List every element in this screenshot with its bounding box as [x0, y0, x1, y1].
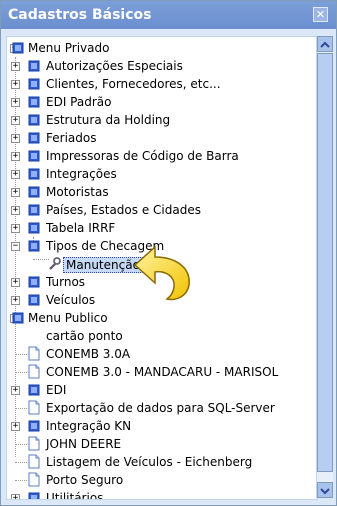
- expand-icon[interactable]: +: [11, 170, 20, 179]
- tree-node-item[interactable]: JOHN DEERE: [7, 435, 317, 453]
- folder-node-icon: [28, 294, 40, 306]
- folder-node-icon: [28, 276, 40, 288]
- tree-node-label: Impressoras de Código de Barra: [46, 149, 239, 163]
- close-icon: ✕: [315, 8, 326, 21]
- cadastros-basicos-panel: Cadastros Básicos ✕ − Menu Privado + Auto…: [0, 0, 337, 506]
- tree-node-item[interactable]: + Tabela IRRF: [7, 219, 317, 237]
- folder-node-icon: [28, 420, 40, 432]
- document-icon: [28, 400, 40, 415]
- tree-node-label: Exportação de dados para SQL-Server: [46, 401, 275, 415]
- document-icon: [28, 436, 40, 451]
- tree-node-label: Integração KN: [46, 419, 132, 433]
- tree-node-label: Veículos: [46, 293, 96, 307]
- tree-node-item[interactable]: + Feriados: [7, 129, 317, 147]
- tree-node-item[interactable]: + Autorizações Especiais: [7, 57, 317, 75]
- curved-arrow-pointer-icon: [133, 245, 190, 301]
- tree-node-item[interactable]: + EDI Padrão: [7, 93, 317, 111]
- tree-node-label: Menu Privado: [28, 41, 110, 55]
- folder-node-icon: [28, 60, 40, 72]
- folder-node-icon: [12, 42, 24, 54]
- tree-node-item[interactable]: Porto Seguro: [7, 471, 317, 489]
- expand-icon[interactable]: +: [11, 278, 20, 287]
- document-icon: [28, 472, 40, 487]
- expand-icon[interactable]: +: [11, 98, 20, 107]
- folder-node-icon: [28, 204, 40, 216]
- scroll-up-button[interactable]: [317, 36, 333, 52]
- folder-node-icon: [28, 132, 40, 144]
- expand-icon[interactable]: +: [11, 188, 20, 197]
- tree-node-menu-publico[interactable]: −Menu Publico: [7, 309, 317, 327]
- collapse-icon[interactable]: −: [11, 242, 20, 251]
- tree-node-label: Turnos: [46, 275, 86, 289]
- tree-node-item[interactable]: + Países, Estados e Cidades: [7, 201, 317, 219]
- scroll-thumb[interactable]: [317, 53, 333, 472]
- folder-node-icon: [28, 222, 40, 234]
- folder-node-icon: [28, 186, 40, 198]
- expand-icon[interactable]: +: [11, 422, 20, 431]
- tree-node-item[interactable]: + Impressoras de Código de Barra: [7, 147, 317, 165]
- folder-node-icon: [28, 384, 40, 396]
- tree-node-label: Porto Seguro: [46, 473, 124, 487]
- tree-node-label: Utilitários: [46, 491, 104, 500]
- tree-node-label: CONEMB 3.0A: [46, 347, 131, 361]
- folder-node-icon: [28, 240, 40, 252]
- tree-node-label: Feriados: [46, 131, 97, 145]
- expand-icon[interactable]: +: [11, 116, 20, 125]
- document-icon: [28, 364, 40, 379]
- tree-node-item[interactable]: cartão ponto: [7, 327, 317, 345]
- wrench-icon: [49, 257, 61, 270]
- document-icon: [28, 346, 40, 361]
- tree-node-label: Clientes, Fornecedores, etc...: [46, 77, 221, 91]
- tree-node-label: JOHN DEERE: [46, 437, 122, 451]
- vertical-scrollbar[interactable]: [316, 36, 333, 498]
- expand-icon[interactable]: +: [11, 224, 20, 233]
- tree-node-item[interactable]: CONEMB 3.0 - MANDACARU - MARISOL: [7, 363, 317, 381]
- folder-node-icon: [28, 96, 40, 108]
- folder-node-icon: [28, 492, 40, 499]
- tree-node-label: Integrações: [46, 167, 117, 181]
- tree-node-label: Listagem de Veículos - Eichenberg: [46, 455, 253, 469]
- folder-node-icon: [28, 78, 40, 90]
- tree-node-label: Países, Estados e Cidades: [46, 203, 201, 217]
- panel-title: Cadastros Básicos: [8, 7, 152, 23]
- panel-titlebar: Cadastros Básicos ✕: [1, 1, 336, 29]
- expand-icon[interactable]: +: [11, 152, 20, 161]
- folder-node-icon: [12, 312, 24, 324]
- tree-node-label: Tabela IRRF: [46, 221, 116, 235]
- tree-node-label: Motoristas: [46, 185, 109, 199]
- chevron-down-icon: [320, 488, 330, 495]
- tree-node-label: Menu Publico: [28, 311, 108, 325]
- tree-node-menu-privado[interactable]: − Menu Privado: [7, 39, 317, 57]
- tree-node-item[interactable]: + Integrações: [7, 165, 317, 183]
- expand-icon[interactable]: +: [11, 296, 20, 305]
- tree-node-item[interactable]: + Clientes, Fornecedores, etc...: [7, 75, 317, 93]
- tree-node-item[interactable]: + Utilitários: [7, 489, 317, 500]
- expand-icon[interactable]: +: [11, 62, 20, 71]
- tree-node-item[interactable]: + Motoristas: [7, 183, 317, 201]
- expand-icon[interactable]: +: [11, 206, 20, 215]
- chevron-up-icon: [320, 41, 330, 48]
- document-icon: [28, 454, 40, 469]
- tree-node-item[interactable]: Listagem de Veículos - Eichenberg: [7, 453, 317, 471]
- tree-node-item[interactable]: + Integração KN: [7, 417, 317, 435]
- tree-node-label: EDI: [46, 383, 67, 397]
- tree-node-label: Estrutura da Holding: [46, 113, 171, 127]
- tree-node-item[interactable]: + EDI: [7, 381, 317, 399]
- folder-node-icon: [28, 150, 40, 162]
- tree-node-label: EDI Padrão: [46, 95, 112, 109]
- close-button[interactable]: ✕: [313, 7, 328, 22]
- tree-node-label: CONEMB 3.0 - MANDACARU - MARISOL: [46, 365, 279, 379]
- tree-node-item[interactable]: CONEMB 3.0A: [7, 345, 317, 363]
- expand-icon[interactable]: +: [11, 134, 20, 143]
- tree-node-label: Autorizações Especiais: [46, 59, 183, 73]
- folder-node-icon: [28, 114, 40, 126]
- folder-node-icon: [28, 168, 40, 180]
- tree-node-item[interactable]: Exportação de dados para SQL-Server: [7, 399, 317, 417]
- scroll-down-button[interactable]: [317, 482, 333, 498]
- tree-node-label: cartão ponto: [46, 329, 123, 343]
- expand-icon[interactable]: +: [11, 494, 20, 499]
- expand-icon[interactable]: +: [11, 386, 20, 395]
- tree-node-item[interactable]: + Estrutura da Holding: [7, 111, 317, 129]
- expand-icon[interactable]: +: [11, 80, 20, 89]
